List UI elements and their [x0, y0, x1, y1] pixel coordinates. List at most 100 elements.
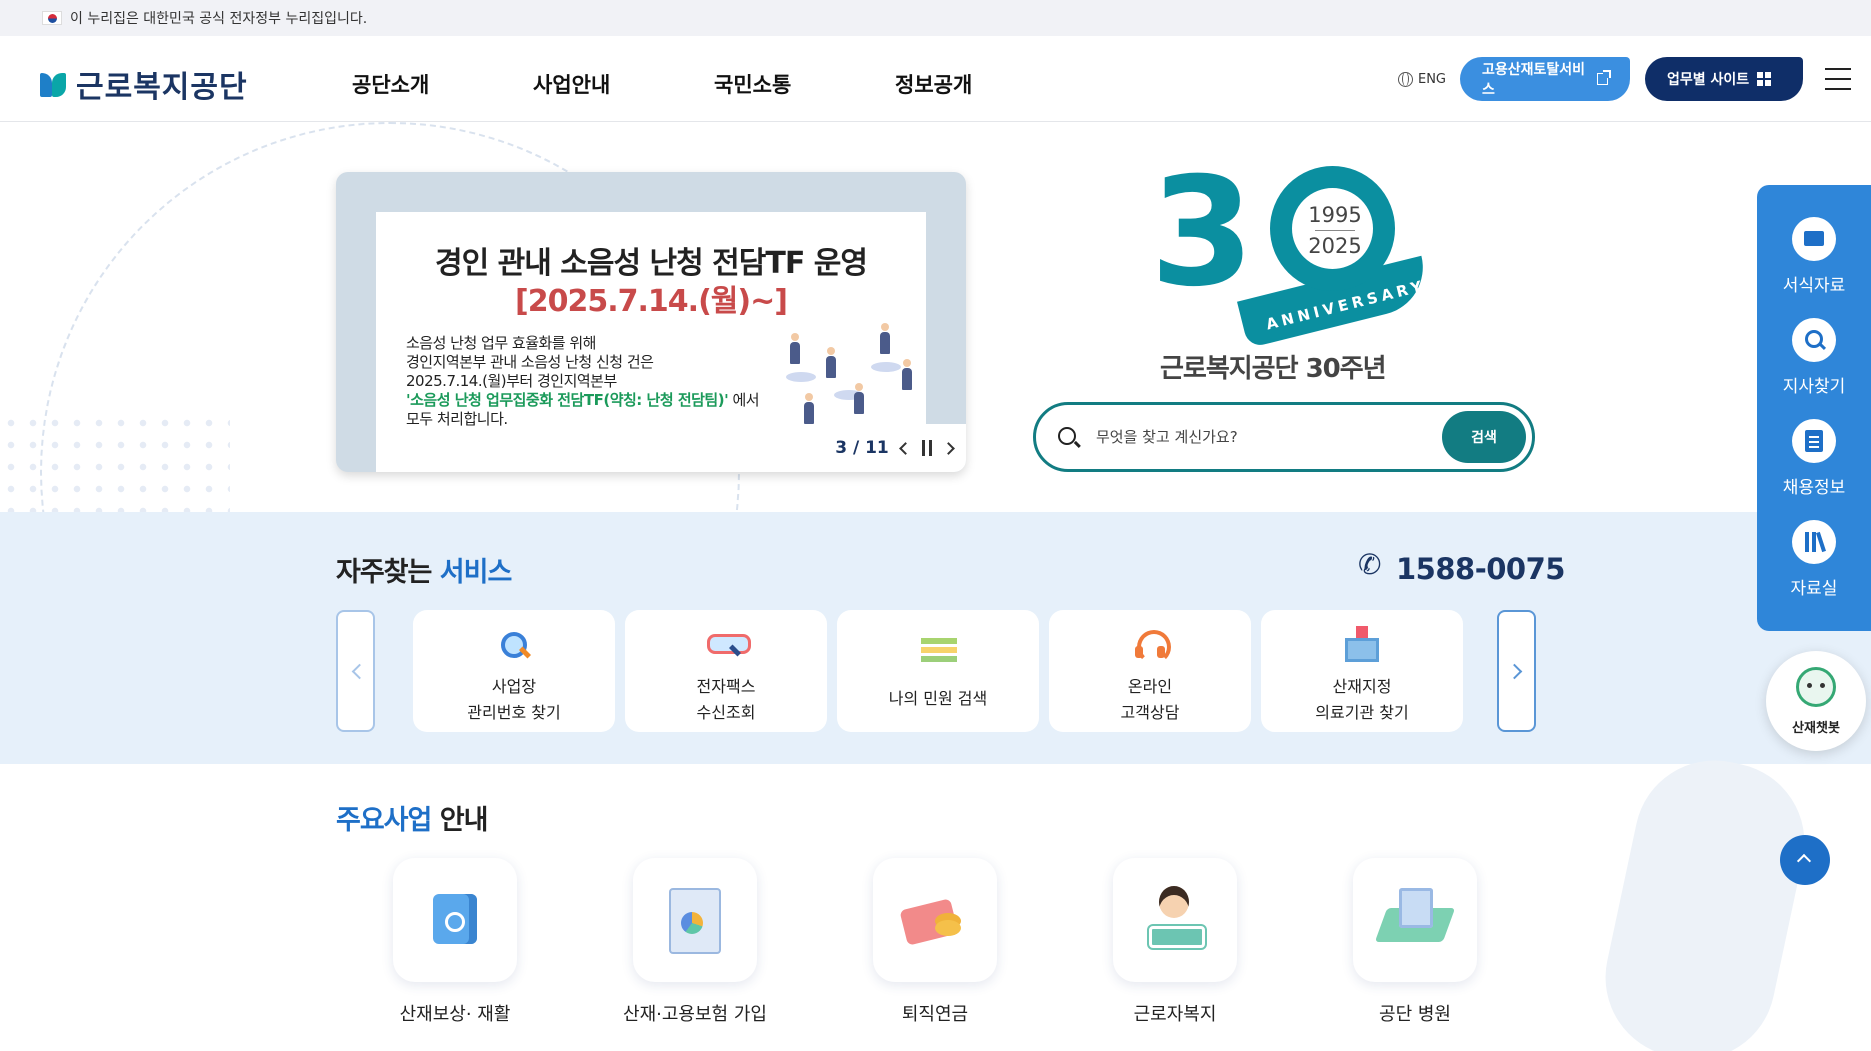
service-online-counsel[interactable]: 온라인 고객상담: [1049, 610, 1251, 732]
header-utilities: ENG 고용산재토탈서비스 업무별 사이트: [1397, 57, 1851, 101]
services-carousel: 사업장 관리번호 찾기 전자팩스 수신조회 나의 민원 검색 온라인 고객상담 산재지…: [413, 610, 1463, 732]
anniversary-caption: 근로복지공단 30주년: [1160, 354, 1387, 384]
services-next-button[interactable]: [1497, 610, 1536, 732]
service-label: 온라인 고객상담: [1120, 677, 1180, 722]
logo-text: 근로복지공단: [76, 70, 248, 105]
service-label: 산재지정 의료기관 찾기: [1315, 677, 1409, 722]
quick-label: 자료실: [1790, 579, 1838, 599]
chevron-up-icon: [1796, 853, 1812, 869]
pause-icon[interactable]: [921, 440, 932, 456]
business-item-pension[interactable]: 퇴직연금: [873, 858, 997, 1025]
service-my-petitions[interactable]: 나의 민원 검색: [837, 610, 1039, 732]
banner-line: 경인지역본부 관내 소음성 난청 신청 건은: [406, 353, 654, 371]
total-service-label: 고용산재토탈서비스: [1482, 62, 1586, 98]
nav-item-disclosure[interactable]: 정보공개: [895, 69, 1076, 99]
report-chart-icon: [633, 858, 757, 982]
chatbot-button[interactable]: 산재챗봇: [1766, 651, 1866, 751]
gov-banner: 이 누리집은 대한민국 공식 전자정부 누리집입니다.: [0, 0, 1871, 36]
chatbot-label: 산재챗봇: [1792, 721, 1840, 736]
globe-icon: [1397, 71, 1413, 87]
quick-label: 채용정보: [1782, 478, 1846, 498]
notice-icon: [1792, 419, 1836, 463]
business-item-insurance[interactable]: 산재·고용보험 가입: [623, 858, 767, 1025]
business-label: 산재·고용보험 가입: [623, 1004, 767, 1025]
service-label: 전자팩스 수신조회: [696, 677, 756, 722]
business-label: 근로자복지: [1133, 1004, 1217, 1025]
site-header: 근로복지공단 공단소개 사업안내 국민소통 정보공개 ENG 고용산재토탈서비스…: [0, 36, 1871, 122]
banner-line: 2025.7.14.(월)부터 경인지역본부: [406, 372, 617, 390]
anniversary-digit: 3: [1150, 146, 1254, 320]
search-box: 검색: [1033, 402, 1535, 472]
quick-item-recruit[interactable]: 채용정보: [1757, 419, 1871, 498]
search-button[interactable]: 검색: [1442, 411, 1526, 463]
quick-label: 지사찾기: [1782, 377, 1846, 397]
service-medical-institution[interactable]: 산재지정 의료기관 찾기: [1261, 610, 1463, 732]
business-title-accent: 주요사업: [336, 805, 432, 836]
magnifier-icon: [495, 626, 533, 662]
korea-flag-icon: [42, 11, 62, 25]
chevron-right-icon: [1506, 663, 1523, 680]
chatbot-character-icon: [1796, 667, 1836, 707]
main-nav: 공단소개 사업안내 국민소통 정보공개: [352, 69, 1076, 99]
decorative-shape: [1590, 745, 1820, 1051]
business-label: 공단 병원: [1379, 1004, 1451, 1025]
grid-icon: [1757, 72, 1772, 86]
quick-label: 서식자료: [1782, 276, 1846, 296]
decorative-dots: [0, 412, 230, 512]
call-center[interactable]: 1588-0075: [1358, 548, 1565, 586]
search-icon: [1792, 318, 1836, 362]
business-item-compensation[interactable]: 산재보상· 재활: [393, 858, 517, 1025]
menu-icon[interactable]: [1825, 68, 1851, 90]
headset-icon: [1131, 626, 1171, 664]
banner-highlight-line: '소음성 난청 업무집중화 전담TF(약칭: 난청 전담팀)' 에서: [406, 391, 760, 410]
banner-highlight-suffix: 에서: [728, 391, 760, 409]
work-sites-label: 업무별 사이트: [1667, 72, 1750, 88]
service-label: 사업장 관리번호 찾기: [467, 677, 561, 722]
coins-card-icon: [873, 858, 997, 982]
business-list: 산재보상· 재활 산재·고용보험 가입 퇴직연금 근로자복지 공단 병원: [393, 858, 1477, 1025]
anniversary-years: 1995 2025: [1300, 200, 1370, 261]
anniversary-year-end: 2025: [1308, 234, 1362, 258]
work-sites-button[interactable]: 업무별 사이트: [1645, 57, 1803, 101]
phone-number: 1588-0075: [1396, 552, 1565, 586]
service-workplace-number[interactable]: 사업장 관리번호 찾기: [413, 610, 615, 732]
logo[interactable]: 근로복지공단: [40, 62, 248, 106]
frequent-services-title: 자주찾는 서비스: [336, 550, 512, 589]
nav-item-communication[interactable]: 국민소통: [714, 69, 895, 99]
anniversary-year-start: 1995: [1308, 203, 1362, 227]
banner-page-count: 3 / 11: [835, 438, 889, 458]
banner-pager: 3 / 11: [822, 424, 966, 472]
business-item-hospital[interactable]: 공단 병원: [1353, 858, 1477, 1025]
nav-item-business[interactable]: 사업안내: [533, 69, 714, 99]
fax-search-icon: [707, 626, 751, 662]
quick-item-forms[interactable]: 서식자료: [1757, 217, 1871, 296]
business-label: 퇴직연금: [901, 1004, 969, 1025]
scroll-top-button[interactable]: [1780, 835, 1830, 885]
folder-icon: [1792, 217, 1836, 261]
business-item-welfare[interactable]: 근로자복지: [1113, 858, 1237, 1025]
quick-item-branches[interactable]: 지사찾기: [1757, 318, 1871, 397]
worker-icon: [1113, 858, 1237, 982]
total-service-button[interactable]: 고용산재토탈서비스: [1460, 57, 1630, 101]
services-prev-button[interactable]: [336, 610, 375, 732]
first-aid-box-icon: [393, 858, 517, 982]
anniversary-emblem: 3 1995 2025 ANNIVERSARY: [1130, 146, 1433, 349]
banner-line: 소음성 난청 업무 효율화를 위해: [406, 334, 596, 352]
search-icon: [1058, 427, 1076, 445]
next-slide-icon[interactable]: [941, 441, 955, 455]
banner-date: [2025.7.14.(월)~]: [515, 284, 788, 319]
comwel-logo-icon: [40, 69, 68, 99]
quick-menu: 서식자료 지사찾기 채용정보 자료실: [1757, 185, 1871, 631]
phone-icon: [1358, 548, 1386, 582]
search-input[interactable]: [1096, 423, 1426, 451]
quick-item-archive[interactable]: 자료실: [1757, 520, 1871, 599]
service-efax[interactable]: 전자팩스 수신조회: [625, 610, 827, 732]
nav-item-about[interactable]: 공단소개: [352, 69, 533, 99]
main-banner[interactable]: 경인 관내 소음성 난청 전담TF 운영 [2025.7.14.(월)~] 소음…: [336, 172, 966, 472]
office-illustration: [776, 323, 916, 432]
banner-highlight: '소음성 난청 업무집중화 전담TF(약칭: 난청 전담팀)': [406, 391, 729, 409]
language-link[interactable]: ENG: [1397, 71, 1446, 87]
business-label: 산재보상· 재활: [399, 1004, 511, 1025]
prev-slide-icon[interactable]: [898, 441, 912, 455]
banner-line: 모두 처리합니다.: [406, 410, 508, 428]
